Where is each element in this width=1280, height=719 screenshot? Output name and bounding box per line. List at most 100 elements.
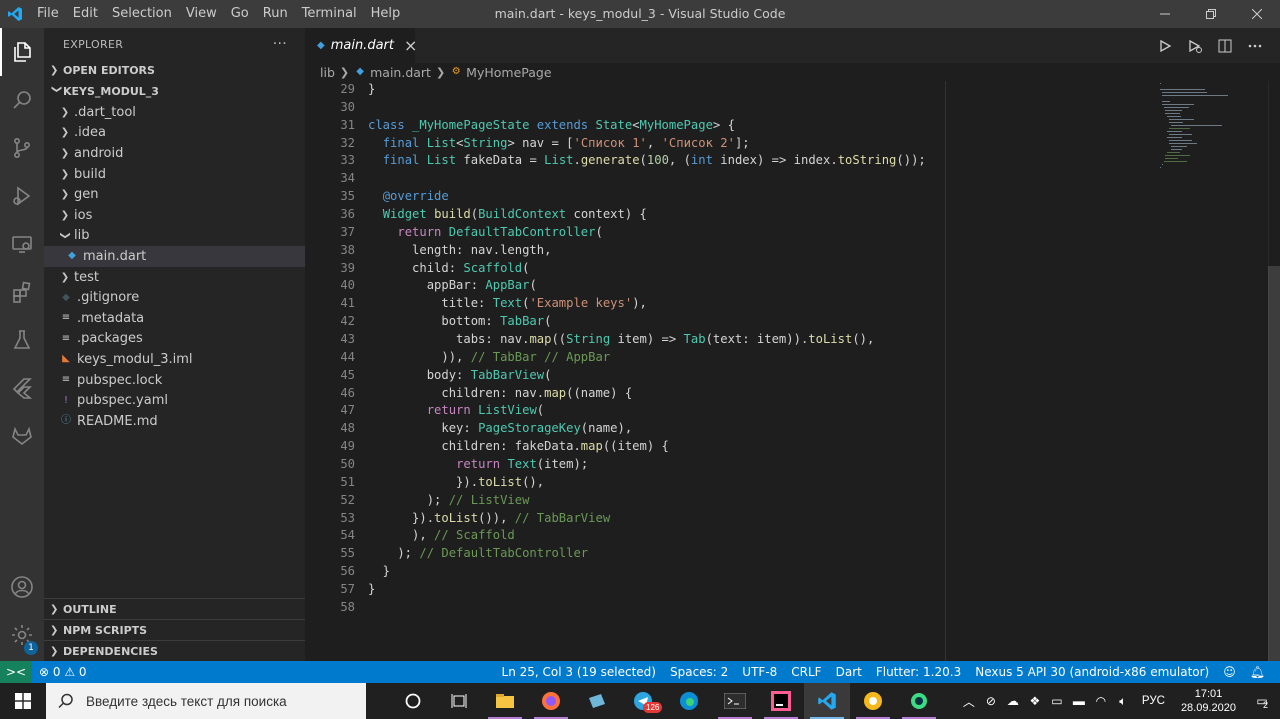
cursor-position[interactable]: Ln 25, Col 3 (19 selected) <box>495 661 663 683</box>
file-explorer-icon[interactable] <box>482 683 528 719</box>
menu-selection[interactable]: Selection <box>105 0 179 28</box>
source-control-icon[interactable] <box>0 124 44 172</box>
settings-gear-icon[interactable]: 1 <box>0 611 44 659</box>
editor-scrollbar[interactable] <box>1268 81 1280 661</box>
notifications-bell-icon[interactable]: 🔔︎ <box>1243 661 1272 683</box>
device-selector[interactable]: Nexus 5 API 30 (android-x86 emulator) <box>968 661 1216 683</box>
dropbox-icon[interactable]: ❖ <box>1024 694 1046 708</box>
code-line[interactable]: } <box>368 581 926 599</box>
code-line[interactable]: )), // TabBar // AppBar <box>368 349 926 367</box>
scrollbar-thumb[interactable] <box>1268 266 1280 661</box>
remote-indicator[interactable]: >< <box>0 661 32 683</box>
tab-main-dart[interactable]: ◆ main.dart × <box>305 28 417 63</box>
code-line[interactable]: body: TabBarView( <box>368 367 926 385</box>
more-actions-button[interactable]: ··· <box>273 36 287 52</box>
code-line[interactable]: }).toList(), <box>368 474 926 492</box>
code-line[interactable]: @override <box>368 188 926 206</box>
language-mode[interactable]: Dart <box>829 661 869 683</box>
code-line[interactable]: return ListView( <box>368 402 926 420</box>
code-line[interactable]: Widget build(BuildContext context) { <box>368 206 926 224</box>
folder-item[interactable]: ❯ gen <box>44 184 305 205</box>
flutter-version[interactable]: Flutter: 1.20.3 <box>869 661 968 683</box>
problems-status[interactable]: ⊗ 0 ⚠ 0 <box>32 661 94 683</box>
encoding-status[interactable]: UTF-8 <box>735 661 784 683</box>
clock[interactable]: 17:01 28.09.2020 <box>1173 687 1244 715</box>
chevron-up-icon[interactable]: ︿ <box>958 693 980 710</box>
gitlab-icon[interactable] <box>0 412 44 460</box>
edge-icon[interactable] <box>666 683 712 719</box>
intellij-icon[interactable] <box>758 683 804 719</box>
minimize-button[interactable] <box>1142 0 1188 28</box>
android-studio-icon[interactable] <box>896 683 942 719</box>
menu-go[interactable]: Go <box>224 0 256 28</box>
code-line[interactable]: child: Scaffold( <box>368 260 926 278</box>
menu-file[interactable]: File <box>30 0 66 28</box>
code-line[interactable]: title: Text('Example keys'), <box>368 295 926 313</box>
code-line[interactable]: children: nav.map((name) { <box>368 385 926 403</box>
menu-terminal[interactable]: Terminal <box>295 0 364 28</box>
code-line[interactable]: ​ <box>368 99 926 117</box>
folder-item[interactable]: ❯ build <box>44 164 305 185</box>
code-line[interactable]: final List fakeData = List.generate(100,… <box>368 152 926 170</box>
cloud-icon[interactable]: ☁ <box>1002 694 1024 708</box>
tray-icon[interactable]: ▭ <box>1046 694 1068 708</box>
menu-help[interactable]: Help <box>364 0 408 28</box>
account-icon[interactable] <box>0 563 44 611</box>
file-item[interactable]: ◆ main.dart <box>44 246 305 267</box>
folder-item[interactable]: ❯ lib <box>44 226 305 247</box>
code-line[interactable]: } <box>368 563 926 581</box>
menu-edit[interactable]: Edit <box>66 0 105 28</box>
volume-icon[interactable]: 🔈︎ <box>1112 694 1134 709</box>
file-item[interactable]: ≡ pubspec.lock <box>44 370 305 391</box>
code-line[interactable]: return DefaultTabController( <box>368 224 926 242</box>
project-section[interactable]: ❯ KEYS_MODUL_3 <box>44 81 305 102</box>
telegram-icon[interactable]: 126 <box>620 683 666 719</box>
breadcrumb-lib[interactable]: lib <box>320 65 335 80</box>
tray-app-icon[interactable]: ⊘ <box>980 694 1002 708</box>
code-line[interactable]: final List<String> nav = ['Список 1', 'С… <box>368 135 926 153</box>
code-line[interactable]: class _MyHomePageState extends State<MyH… <box>368 117 926 135</box>
app-icon[interactable] <box>574 683 620 719</box>
debug-icon[interactable] <box>1180 28 1210 63</box>
code-line[interactable]: bottom: TabBar( <box>368 313 926 331</box>
search-icon[interactable] <box>0 76 44 124</box>
wifi-icon[interactable]: ◠ <box>1090 694 1112 708</box>
battery-icon[interactable]: ▬ <box>1068 694 1090 708</box>
explorer-icon[interactable] <box>0 28 44 76</box>
indentation-status[interactable]: Spaces: 2 <box>663 661 735 683</box>
folder-item[interactable]: ❯ android <box>44 143 305 164</box>
code-line[interactable]: ​ <box>368 170 926 188</box>
code-line[interactable]: length: nav.length, <box>368 242 926 260</box>
menu-run[interactable]: Run <box>256 0 295 28</box>
breadcrumb-file[interactable]: main.dart <box>370 65 431 80</box>
extensions-icon[interactable] <box>0 268 44 316</box>
close-window-button[interactable] <box>1234 0 1280 28</box>
eol-status[interactable]: CRLF <box>784 661 828 683</box>
breadcrumb-class[interactable]: MyHomePage <box>466 65 551 80</box>
code-line[interactable]: return Text(item); <box>368 456 926 474</box>
code-line[interactable]: children: fakeData.map((item) { <box>368 438 926 456</box>
run-icon[interactable] <box>1150 28 1180 63</box>
code-line[interactable]: }).toList()), // TabBarView <box>368 510 926 528</box>
taskbar-search-input[interactable]: Введите здесь текст для поиска <box>46 683 366 719</box>
folder-item[interactable]: ❯ .dart_tool <box>44 102 305 123</box>
testing-flask-icon[interactable] <box>0 316 44 364</box>
language-indicator[interactable]: РУС <box>1134 695 1173 707</box>
code-line[interactable]: ); // DefaultTabController <box>368 545 926 563</box>
code-editor[interactable]: 29 30 31 32 33 34 35 36 37 38 39 40 41 42 43 44 45 46 47 48… <box>305 81 1280 661</box>
npm-scripts-section[interactable]: ❯ NPM SCRIPTS <box>44 619 305 640</box>
file-item[interactable]: ! pubspec.yaml <box>44 390 305 411</box>
folder-item[interactable]: ❯ test <box>44 267 305 288</box>
code-line[interactable]: tabs: nav.map((String item) => Tab(text:… <box>368 331 926 349</box>
flutter-icon[interactable] <box>0 364 44 412</box>
outline-section[interactable]: ❯ OUTLINE <box>44 598 305 619</box>
firefox-icon[interactable] <box>528 683 574 719</box>
code-line[interactable]: ), // Scaffold <box>368 527 926 545</box>
code-line[interactable]: ​ <box>368 599 926 617</box>
run-debug-icon[interactable] <box>0 172 44 220</box>
code-area[interactable]: }​class _MyHomePageState extends State<M… <box>368 81 926 617</box>
folder-item[interactable]: ❯ ios <box>44 205 305 226</box>
more-icon[interactable] <box>1240 28 1270 63</box>
open-editors-section[interactable]: ❯ OPEN EDITORS <box>44 60 305 81</box>
restore-button[interactable] <box>1188 0 1234 28</box>
